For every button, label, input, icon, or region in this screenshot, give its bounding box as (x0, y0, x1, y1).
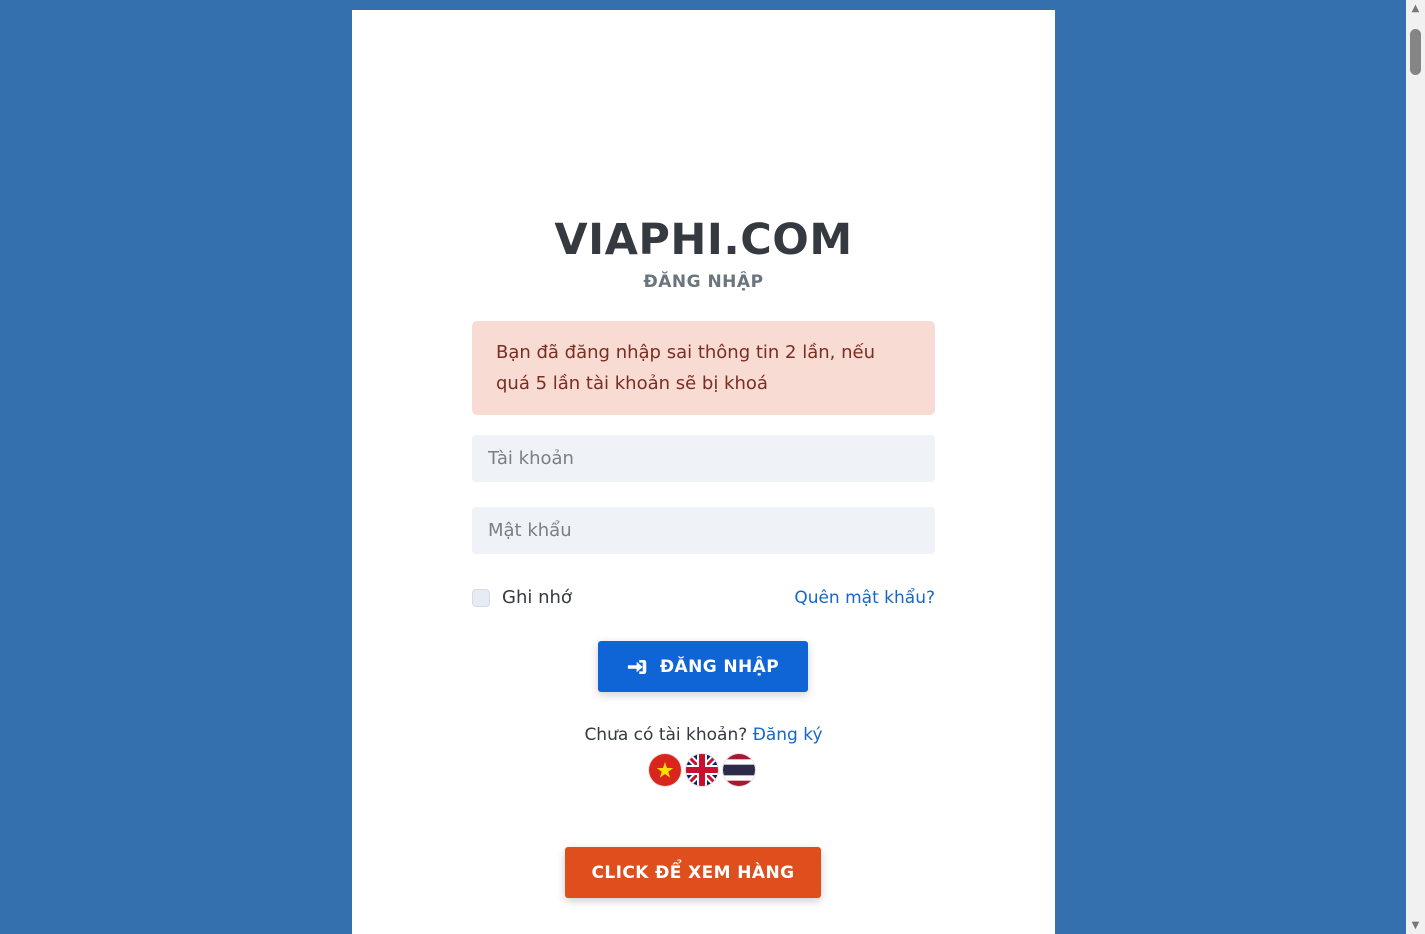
login-card: VIAPHI.COM ĐĂNG NHẬP Bạn đã đăng nhập sa… (352, 10, 1055, 934)
remember-me-checkbox[interactable]: Ghi nhớ (472, 587, 572, 608)
register-prompt: Chưa có tài khoản? Đăng ký (352, 725, 1055, 745)
forgot-password-link[interactable]: Quên mật khẩu? (794, 588, 935, 608)
language-switcher (649, 754, 755, 786)
united-kingdom-flag-icon[interactable] (686, 754, 718, 786)
sign-in-icon (627, 659, 647, 674)
register-prompt-text: Chưa có tài khoản? (584, 725, 748, 745)
page-title: ĐĂNG NHẬP (643, 272, 764, 292)
login-button-label: ĐĂNG NHẬP (659, 656, 780, 677)
username-input[interactable] (472, 435, 935, 482)
scrollbar-thumb[interactable] (1410, 29, 1421, 75)
page-scrollbar[interactable]: ▲ ▼ (1406, 0, 1425, 934)
login-button[interactable]: ĐĂNG NHẬP (598, 641, 808, 692)
login-page: VIAPHI.COM ĐĂNG NHẬP Bạn đã đăng nhập sa… (0, 0, 1425, 934)
scroll-down-icon[interactable]: ▼ (1406, 917, 1425, 934)
vietnam-flag-icon[interactable] (649, 754, 681, 786)
site-brand: VIAPHI.COM (554, 215, 853, 265)
login-attempt-alert: Bạn đã đăng nhập sai thông tin 2 lần, nế… (472, 321, 935, 415)
thailand-flag-icon[interactable] (723, 754, 755, 786)
checkbox-box[interactable] (472, 588, 490, 607)
remember-me-label: Ghi nhớ (502, 587, 572, 608)
register-link[interactable]: Đăng ký (753, 725, 823, 745)
view-products-button[interactable]: CLICK ĐỂ XEM HÀNG (565, 847, 821, 898)
password-input[interactable] (472, 507, 935, 554)
scroll-up-icon[interactable]: ▲ (1406, 0, 1425, 17)
